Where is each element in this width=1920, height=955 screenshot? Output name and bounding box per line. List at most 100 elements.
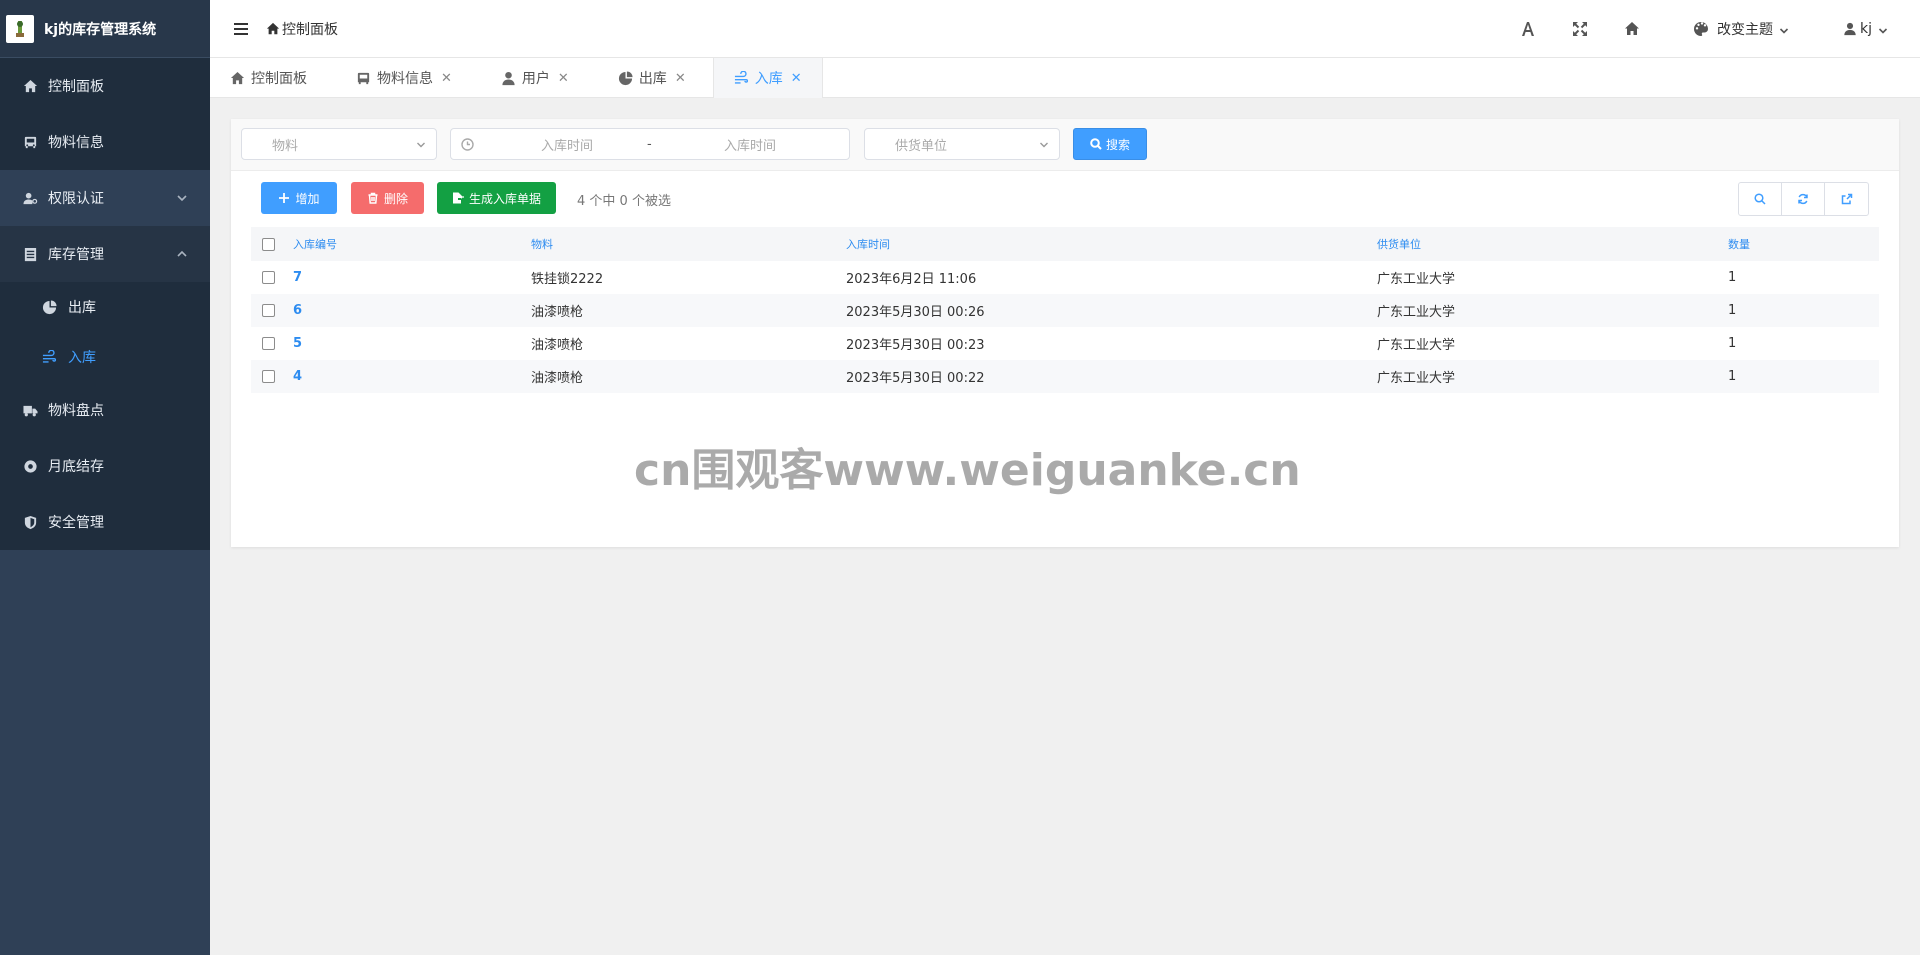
shield-icon	[22, 514, 38, 530]
table-row[interactable]: 4 油漆喷枪 2023年5月30日 00:22 广东工业大学 1	[251, 360, 1879, 393]
row-material: 油漆喷枪	[531, 371, 584, 386]
row-id-link[interactable]: 7	[293, 261, 531, 294]
add-button[interactable]: 增加	[261, 182, 337, 214]
generate-receipt-button[interactable]: 生成入库单据	[437, 182, 556, 214]
tab-label: 控制面板	[251, 71, 307, 87]
search-button-label: 搜索	[1105, 137, 1130, 152]
tab-material-info[interactable]: 物料信息 ✕	[342, 58, 487, 98]
tab-label: 用户	[521, 71, 550, 87]
date-range-picker[interactable]: 入库时间 - 入库时间	[450, 128, 850, 160]
circle-icon	[22, 458, 38, 474]
page-tabs: 控制面板 物料信息 ✕ 用户 ✕ 出库 ✕ 入库 ✕	[210, 58, 1920, 98]
sidebar-subitem-label: 入库	[68, 350, 96, 366]
column-header-material[interactable]: 物料	[531, 227, 846, 261]
row-checkbox[interactable]	[262, 337, 275, 350]
breadcrumb-label: 控制面板	[282, 21, 338, 38]
close-icon[interactable]: ✕	[791, 71, 802, 86]
list-icon	[22, 246, 38, 262]
tab-outbound[interactable]: 出库 ✕	[604, 58, 713, 98]
row-checkbox[interactable]	[262, 370, 275, 383]
column-header-id[interactable]: 入库编号	[293, 227, 531, 261]
close-icon[interactable]: ✕	[558, 71, 569, 86]
header-actions: 改变主题 kj	[1519, 0, 1920, 58]
table-row[interactable]: 5 油漆喷枪 2023年5月30日 00:23 广东工业大学 1	[251, 327, 1879, 360]
row-material: 油漆喷枪	[531, 338, 584, 353]
sidebar-subitem-inbound[interactable]: 入库	[0, 332, 210, 382]
date-start-input[interactable]: 入库时间	[541, 135, 593, 154]
delete-button-label: 删除	[383, 191, 408, 206]
home-icon	[230, 71, 245, 86]
row-id-link[interactable]: 4	[293, 360, 531, 393]
tab-inbound[interactable]: 入库 ✕	[712, 58, 823, 98]
brand[interactable]: kj的库存管理系统	[0, 0, 210, 58]
row-select-cell	[251, 327, 293, 360]
toggle-search-button[interactable]	[1739, 183, 1782, 215]
sidebar-item-month-end[interactable]: 月底结存	[0, 438, 210, 494]
supplier-select[interactable]: 供货单位	[864, 128, 1060, 160]
clock-icon	[461, 138, 474, 151]
home-icon[interactable]	[1623, 20, 1641, 38]
sidebar-menu: 控制面板 物料信息 权限认证 库存管理 出库 入库 物料盘点 月底结存 安全管理	[0, 58, 210, 550]
user-name: kj	[1860, 21, 1872, 37]
pie-icon	[42, 299, 58, 315]
chevron-down-icon	[1878, 24, 1888, 34]
chevron-down-icon	[1039, 139, 1049, 149]
row-supplier: 广东工业大学	[1377, 272, 1456, 287]
sidebar-subitem-outbound[interactable]: 出库	[0, 282, 210, 332]
sidebar-item-stocktaking[interactable]: 物料盘点	[0, 382, 210, 438]
select-all-checkbox[interactable]	[262, 237, 275, 251]
chevron-up-icon	[176, 248, 188, 260]
user-menu[interactable]: kj	[1843, 21, 1888, 37]
sidebar-item-inventory[interactable]: 库存管理	[0, 226, 210, 282]
tab-user[interactable]: 用户 ✕	[487, 58, 604, 98]
inbound-table: 入库编号 物料 入库时间 供货单位 数量 7 铁挂锁2222 2023年6月2日…	[251, 227, 1879, 393]
user-icon	[1844, 22, 1856, 36]
sidebar-item-label: 库存管理	[48, 247, 104, 263]
close-icon[interactable]: ✕	[675, 71, 686, 86]
row-time: 2023年5月30日 00:22	[846, 371, 985, 386]
user-icon	[501, 71, 516, 86]
sidebar-item-material-info[interactable]: 物料信息	[0, 114, 210, 170]
app-title: kj的库存管理系统	[44, 21, 157, 38]
column-header-qty[interactable]: 数量	[1728, 227, 1879, 261]
row-checkbox[interactable]	[262, 304, 275, 317]
row-select-cell	[251, 360, 293, 393]
table-row[interactable]: 6 油漆喷枪 2023年5月30日 00:26 广东工业大学 1	[251, 294, 1879, 327]
fullscreen-icon[interactable]	[1571, 20, 1589, 38]
table-header-row: 入库编号 物料 入库时间 供货单位 数量	[251, 227, 1879, 261]
truck-icon	[22, 402, 38, 418]
breadcrumb[interactable]: 控制面板	[266, 19, 338, 39]
row-id-link[interactable]: 5	[293, 327, 531, 360]
date-separator: -	[647, 136, 652, 152]
tab-dashboard[interactable]: 控制面板	[210, 58, 342, 98]
sidebar-item-dashboard[interactable]: 控制面板	[0, 58, 210, 114]
search-icon	[1754, 193, 1766, 205]
theme-switcher[interactable]: 改变主题	[1693, 19, 1789, 39]
refresh-button[interactable]	[1782, 183, 1825, 215]
table-row[interactable]: 7 铁挂锁2222 2023年6月2日 11:06 广东工业大学 1	[251, 261, 1879, 294]
material-select[interactable]: 物料	[241, 128, 437, 160]
row-supplier: 广东工业大学	[1377, 371, 1456, 386]
generate-button-label: 生成入库单据	[468, 191, 541, 206]
export-button[interactable]	[1825, 183, 1868, 215]
sidebar-item-auth[interactable]: 权限认证	[0, 170, 210, 226]
row-qty: 1	[1728, 369, 1737, 384]
close-icon[interactable]: ✕	[441, 71, 452, 86]
delete-button[interactable]: 删除	[351, 182, 424, 214]
column-header-time[interactable]: 入库时间	[846, 227, 1377, 261]
logo-icon	[6, 14, 34, 43]
row-qty: 1	[1728, 303, 1737, 318]
font-size-icon[interactable]	[1519, 20, 1537, 38]
home-icon	[22, 78, 38, 94]
chevron-down-icon	[416, 139, 426, 149]
menu-toggle-icon[interactable]	[234, 22, 248, 35]
date-end-input[interactable]: 入库时间	[724, 135, 776, 154]
row-checkbox[interactable]	[262, 271, 275, 284]
row-id-link[interactable]: 6	[293, 294, 531, 327]
search-button[interactable]: 搜索	[1073, 128, 1147, 160]
sidebar: kj的库存管理系统 控制面板 物料信息 权限认证 库存管理 出库 入库 物料盘点…	[0, 0, 210, 955]
sidebar-item-security[interactable]: 安全管理	[0, 494, 210, 550]
tab-label: 入库	[754, 71, 783, 87]
tab-label: 出库	[638, 71, 667, 87]
column-header-supplier[interactable]: 供货单位	[1377, 227, 1728, 261]
